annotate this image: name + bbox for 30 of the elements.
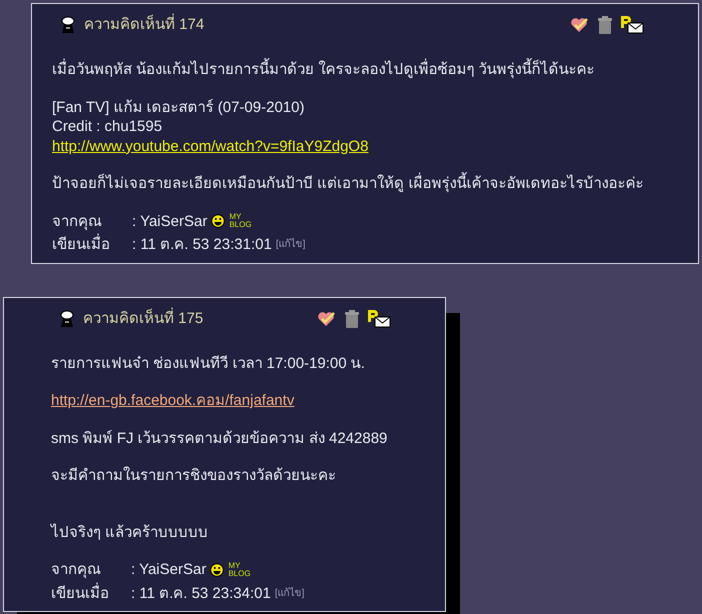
- smiley-icon: [210, 562, 224, 577]
- field-label: จากคุณ: [51, 560, 102, 580]
- author-link[interactable]: : YaiSerSar: [131, 560, 206, 580]
- edit-link[interactable]: [แก้ไข]: [276, 235, 306, 254]
- field-label: เขียนเมื่อ: [52, 235, 132, 254]
- heart-check-icon[interactable]: [317, 310, 337, 326]
- trash-icon[interactable]: [345, 310, 359, 328]
- comment-text: Credit : chu1595: [52, 118, 162, 135]
- comment-text: จะมีคำถามในรายการชิงของรางวัลด้วยนะคะ: [51, 467, 336, 484]
- heart-check-icon[interactable]: [570, 17, 590, 33]
- comment-text: ไปจริงๆ แล้วคร้าบบบบบ: [51, 524, 208, 540]
- blog-link[interactable]: MY BLOG: [228, 562, 251, 578]
- comment-title: ความคิดเห็นที่ 175: [83, 308, 204, 328]
- post-date: : 11 ต.ค. 53 23:34:01: [131, 584, 271, 603]
- comment-text: [Fan TV] แก้ม เดอะสตาร์ (07-09-2010): [52, 98, 304, 116]
- link[interactable]: http://en-gb.facebook.คอม/fanjafantv: [51, 392, 294, 409]
- field-label: เขียนเมื่อ: [51, 584, 110, 603]
- smiley-icon: [211, 214, 226, 228]
- trash-icon[interactable]: [598, 16, 612, 34]
- link[interactable]: http://www.youtube.com/watch?v=9fIaY9ZdgO8: [52, 138, 368, 154]
- author-link[interactable]: : YaiSerSar: [132, 212, 208, 231]
- comment-text: รายการแฟนจ๋า ช่องแฟนทีวี เวลา 17:00-19:00 น.: [51, 354, 365, 372]
- private-message-icon[interactable]: [620, 16, 644, 34]
- field-label: จากคุณ: [52, 212, 103, 231]
- post-date: : 11 ต.ค. 53 23:31:01: [132, 235, 272, 254]
- private-message-icon[interactable]: [367, 310, 391, 328]
- comment-text: sms พิมพ์ FJ เว้นวรรคตามด้วยข้อความ ส่ง 4242889: [51, 430, 388, 446]
- blog-link[interactable]: MY BLOG: [229, 213, 252, 230]
- edit-link[interactable]: [แก้ไข]: [274, 584, 304, 603]
- comment-title: ความคิดเห็นที่ 174: [84, 15, 204, 35]
